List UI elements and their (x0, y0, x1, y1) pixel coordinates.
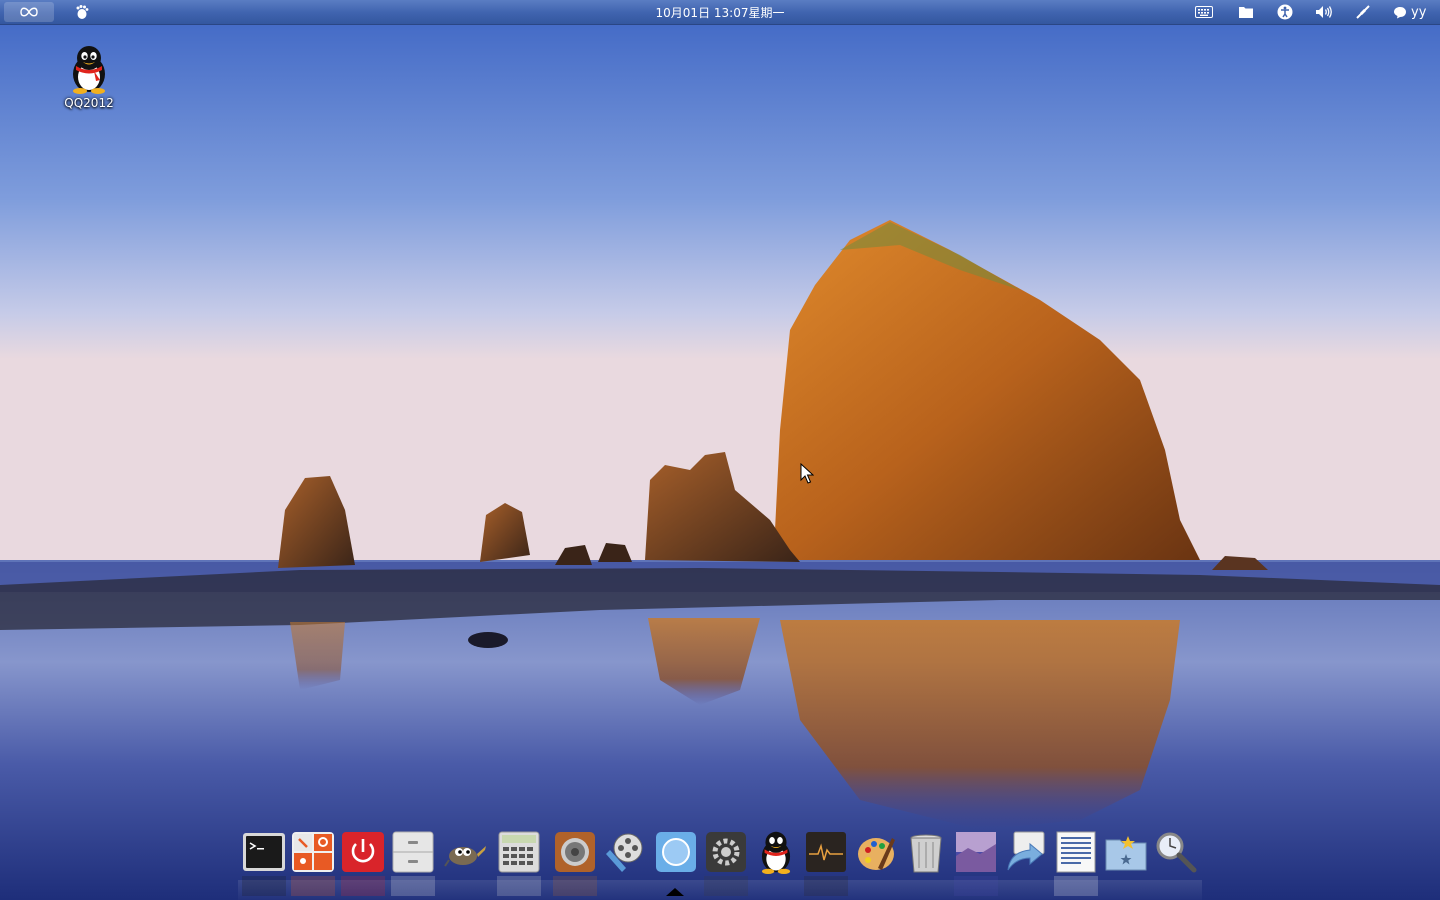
dock-reflection (553, 876, 597, 896)
bookmark-folder-icon (1105, 836, 1147, 871)
volume-button[interactable] (1312, 0, 1336, 24)
dock-power[interactable] (341, 830, 385, 874)
accessibility-icon (1277, 4, 1293, 20)
top-panel: 10月01日 13:07星期一 yy (0, 0, 1440, 25)
dock-video-player[interactable] (604, 830, 648, 874)
browser-icon (656, 832, 696, 872)
power-icon (342, 832, 384, 872)
dock-calculator[interactable] (497, 830, 541, 874)
image-viewer-icon (956, 832, 996, 872)
keyboard-icon (1195, 6, 1213, 18)
qq-penguin-icon (73, 46, 105, 94)
dock-preferences[interactable] (704, 830, 748, 874)
search-icon (1156, 832, 1197, 873)
system-monitor-icon (806, 832, 846, 872)
gnome-foot-icon (76, 5, 89, 19)
dock-browser[interactable] (654, 830, 698, 874)
dock-qq[interactable] (754, 830, 798, 874)
dock-file-transfer[interactable] (1004, 830, 1048, 874)
dock-reflection (391, 876, 435, 896)
desktop-wallpaper (0, 0, 1440, 900)
paint-icon (858, 838, 895, 870)
infinity-icon (20, 7, 38, 17)
desktop-icon-qq2012[interactable]: QQ2012 (58, 44, 120, 110)
dock-terminal[interactable] (242, 830, 286, 874)
dock-music-player[interactable] (553, 830, 597, 874)
network-button[interactable] (1351, 0, 1375, 24)
dock-reflection (291, 876, 335, 896)
calculator-icon (498, 831, 540, 873)
gnome-menu-button[interactable] (70, 0, 94, 24)
folder-icon (1239, 7, 1253, 18)
dock-image-viewer[interactable] (954, 830, 998, 874)
dock (238, 826, 1202, 900)
panel-clock[interactable]: 10月01日 13:07星期一 (656, 4, 785, 21)
dock-file-manager[interactable] (391, 830, 435, 874)
user-name: yy (1411, 4, 1427, 20)
file-manager-icon (392, 831, 434, 873)
multitask-view-button[interactable] (4, 2, 54, 22)
dock-reflection (242, 876, 286, 896)
places-menu-button[interactable] (1234, 0, 1258, 24)
video-player-icon (606, 833, 643, 872)
dock-bookmark-folder[interactable] (1104, 830, 1148, 874)
chat-bubble-icon (1394, 6, 1406, 18)
dock-active-indicator (666, 888, 684, 896)
speaker-icon (1316, 6, 1332, 18)
dock-system-settings[interactable] (291, 830, 335, 874)
dock-gimp[interactable] (443, 830, 487, 874)
dock-trash[interactable] (904, 830, 948, 874)
desktop-icon-label: QQ2012 (64, 96, 114, 110)
dock-document-viewer[interactable] (1054, 830, 1098, 874)
trash-icon (910, 834, 942, 873)
mouse-cursor (800, 463, 814, 484)
user-menu-button[interactable]: yy (1393, 0, 1433, 24)
dock-search[interactable] (1154, 830, 1198, 874)
preferences-icon (706, 832, 746, 872)
music-player-icon (555, 832, 595, 872)
dock-system-monitor[interactable] (804, 830, 848, 874)
dock-reflection (497, 876, 541, 896)
dock-paint[interactable] (854, 830, 898, 874)
dock-reflection (341, 876, 385, 896)
gimp-icon (444, 846, 486, 867)
file-transfer-icon (1007, 831, 1045, 871)
system-settings-icon (292, 832, 334, 872)
accessibility-menu-button[interactable] (1273, 0, 1297, 24)
document-viewer-icon (1056, 831, 1096, 873)
dock-reflection (704, 876, 748, 896)
network-icon (1356, 5, 1370, 19)
dock-reflection (954, 876, 998, 896)
keyboard-layout-button[interactable] (1192, 0, 1216, 24)
terminal-icon (243, 833, 285, 871)
dock-reflection (804, 876, 848, 896)
qq-icon (761, 831, 791, 874)
dock-reflection (1054, 876, 1098, 896)
